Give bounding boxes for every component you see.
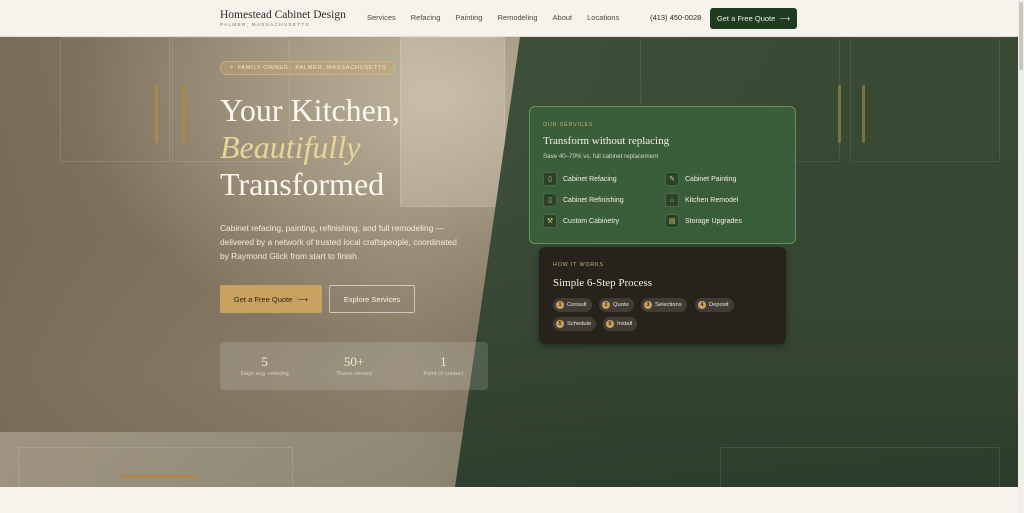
nav-remodeling[interactable]: Remodeling bbox=[497, 13, 537, 22]
step-label: Deposit bbox=[709, 302, 729, 308]
stat-item: 1 Point of contact bbox=[399, 342, 488, 390]
process-step: 5 Schedule bbox=[553, 317, 597, 331]
nav-services[interactable]: Services bbox=[367, 13, 396, 22]
hero-section bbox=[0, 37, 1018, 487]
step-number: 2 bbox=[602, 301, 610, 309]
hammer-icon: ⚒ bbox=[543, 214, 557, 228]
headline-line-1: Your Kitchen, bbox=[220, 92, 400, 128]
service-kitchen-remodel[interactable]: ⌂ Kitchen Remodel bbox=[665, 193, 738, 207]
brand-location: PALMER, MASSACHUSETTS bbox=[220, 23, 310, 28]
scrollbar-thumb[interactable] bbox=[1019, 2, 1023, 70]
hero-description: Cabinet refacing, painting, refinishing,… bbox=[220, 223, 457, 261]
stat-value: 50+ bbox=[343, 354, 365, 369]
process-card: HOW IT WORKS Simple 6-Step Process 1 Con… bbox=[539, 247, 786, 344]
stat-item: 5 Days avg. refacing bbox=[220, 342, 309, 390]
process-title: Simple 6-Step Process bbox=[553, 277, 652, 289]
brush-icon: ✎ bbox=[665, 172, 679, 186]
cabinet-icon: ▯ bbox=[543, 172, 557, 186]
hero-badge: ✧ FAMILY-OWNED · PALMER, MASSACHUSETTS bbox=[220, 61, 396, 75]
process-step: 3 Selections bbox=[641, 298, 687, 312]
process-step: 4 Deposit bbox=[695, 298, 734, 312]
cabinet-handle bbox=[155, 85, 158, 143]
process-step: 6 Install bbox=[603, 317, 638, 331]
step-label: Selections bbox=[655, 302, 682, 308]
stat-value: 1 bbox=[440, 354, 447, 369]
service-label: Cabinet Refacing bbox=[563, 175, 617, 183]
step-label: Install bbox=[617, 321, 633, 327]
step-number: 6 bbox=[606, 320, 614, 328]
explore-services-button[interactable]: Explore Services bbox=[329, 285, 415, 313]
step-label: Consult bbox=[567, 302, 587, 308]
cabinet-door bbox=[850, 37, 1000, 162]
phone-link[interactable]: (413) 450-0028 bbox=[650, 13, 701, 22]
stat-value: 5 bbox=[261, 354, 268, 369]
lower-cabinet bbox=[18, 447, 293, 487]
hero-quote-label: Get a Free Quote bbox=[233, 294, 293, 304]
services-card: OUR SERVICES Transform without replacing… bbox=[529, 106, 796, 244]
service-label: Cabinet Painting bbox=[685, 175, 737, 183]
step-label: Quote bbox=[613, 302, 629, 308]
process-eyebrow: HOW IT WORKS bbox=[553, 262, 604, 268]
stat-label: Point of contact bbox=[423, 371, 464, 377]
process-step: 2 Quote bbox=[599, 298, 634, 312]
service-custom-cabinetry[interactable]: ⚒ Custom Cabinetry bbox=[543, 214, 619, 228]
cabinet-door bbox=[60, 37, 170, 162]
brand-logo[interactable]: Homestead Cabinet Design PALMER, MASSACH… bbox=[220, 9, 346, 28]
service-storage-upgrades[interactable]: ▤ Storage Upgrades bbox=[665, 214, 742, 228]
service-cabinet-painting[interactable]: ✎ Cabinet Painting bbox=[665, 172, 736, 186]
arrow-right-icon: ⟶ bbox=[779, 14, 791, 23]
site-header: Homestead Cabinet Design PALMER, MASSACH… bbox=[0, 0, 1018, 37]
services-eyebrow: OUR SERVICES bbox=[543, 122, 594, 128]
step-label: Schedule bbox=[567, 321, 592, 327]
hero-stats: 5 Days avg. refacing 50+ Towns served 1 … bbox=[220, 342, 488, 390]
nav-locations[interactable]: Locations bbox=[587, 13, 619, 22]
header-quote-label: Get a Free Quote bbox=[716, 14, 776, 23]
step-number: 5 bbox=[556, 320, 564, 328]
stat-label: Towns served bbox=[336, 371, 372, 377]
nav-painting[interactable]: Painting bbox=[455, 13, 482, 22]
step-number: 4 bbox=[698, 301, 706, 309]
hero-quote-button[interactable]: Get a Free Quote ⟶ bbox=[220, 285, 322, 313]
service-cabinet-refacing[interactable]: ▯ Cabinet Refacing bbox=[543, 172, 617, 186]
main-nav: Services Refacing Painting Remodeling Ab… bbox=[367, 13, 634, 22]
service-label: Kitchen Remodel bbox=[685, 196, 739, 204]
page-scrollbar[interactable] bbox=[1018, 0, 1024, 513]
brand-name: Homestead Cabinet Design bbox=[220, 9, 346, 21]
service-cabinet-refinishing[interactable]: ▯ Cabinet Refinishing bbox=[543, 193, 624, 207]
hero-headline: Your Kitchen, Beautifully Transformed bbox=[220, 92, 400, 203]
hero-badge-text: FAMILY-OWNED · PALMER, MASSACHUSETTS bbox=[237, 65, 387, 71]
stat-item: 50+ Towns served bbox=[309, 342, 398, 390]
service-label: Custom Cabinetry bbox=[563, 217, 620, 225]
service-label: Storage Upgrades bbox=[685, 217, 742, 225]
stat-label: Days avg. refacing bbox=[240, 371, 289, 377]
services-title: Transform without replacing bbox=[543, 135, 670, 147]
service-label: Cabinet Refinishing bbox=[563, 196, 624, 204]
nav-refacing[interactable]: Refacing bbox=[411, 13, 441, 22]
header-quote-button[interactable]: Get a Free Quote ⟶ bbox=[710, 8, 797, 29]
cabinet-handle bbox=[182, 85, 185, 143]
cabinet-handle bbox=[838, 85, 841, 143]
arrow-right-icon: ⟶ bbox=[297, 294, 309, 304]
shelves-icon: ▤ bbox=[665, 214, 679, 228]
services-subtitle: Save 40–70% vs. full cabinet replacement bbox=[543, 153, 659, 160]
process-step: 1 Consult bbox=[553, 298, 592, 312]
step-number: 3 bbox=[644, 301, 652, 309]
sparkle-icon: ✧ bbox=[229, 65, 235, 71]
window bbox=[400, 37, 505, 207]
step-number: 1 bbox=[556, 301, 564, 309]
headline-line-2: Beautifully bbox=[220, 129, 361, 165]
door-icon: ▯ bbox=[543, 193, 557, 207]
nav-about[interactable]: About bbox=[553, 13, 573, 22]
home-icon: ⌂ bbox=[665, 193, 679, 207]
cabinet-handle bbox=[120, 475, 198, 478]
lower-cabinet bbox=[720, 447, 1000, 487]
headline-line-3: Transformed bbox=[220, 166, 385, 202]
cabinet-handle bbox=[862, 85, 865, 143]
explore-services-label: Explore Services bbox=[343, 294, 401, 304]
next-section bbox=[0, 487, 1018, 513]
